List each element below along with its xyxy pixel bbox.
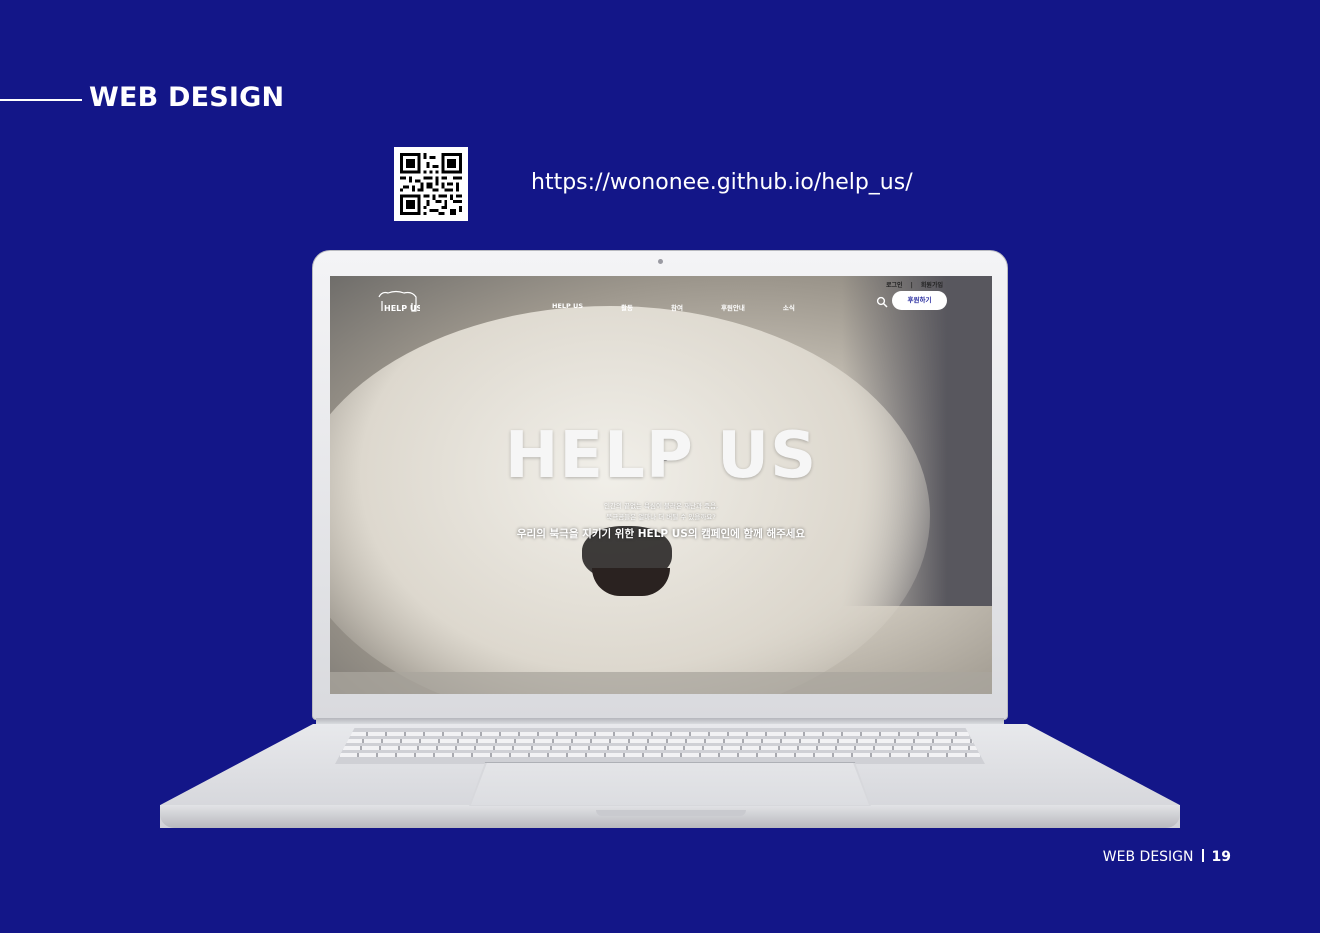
page-footer: WEB DESIGN 19 xyxy=(1103,849,1231,865)
footer-label: WEB DESIGN xyxy=(1102,849,1194,865)
laptop-lid: 로그인 | 회원가입 HELP US HELP US 활동 참여 후원안내 소식… xyxy=(312,250,1008,720)
site-url-link[interactable]: https://wononee.github.io/help_us/ xyxy=(531,170,913,195)
key-row xyxy=(340,753,980,757)
top-menu: 로그인 | 회원가입 xyxy=(883,280,946,289)
hero-subtitle-line1: 인간의 끝없는 욕심이 불러온 재난과 죽음, xyxy=(603,502,719,510)
hero-subtitle-line2: 북극곰들은 얼마나 더 버틸 수 있을까요? xyxy=(606,513,716,521)
camera-dot xyxy=(658,259,663,264)
qr-code-icon xyxy=(394,147,468,221)
nav-item-participate[interactable]: 참여 xyxy=(671,302,683,312)
section-title: WEB DESIGN xyxy=(89,82,285,113)
laptop-notch xyxy=(596,810,746,816)
header-rule xyxy=(0,99,82,101)
laptop-base-edge xyxy=(160,805,1180,828)
laptop-screen: 로그인 | 회원가입 HELP US HELP US 활동 참여 후원안내 소식… xyxy=(330,276,992,694)
login-link[interactable]: 로그인 xyxy=(886,282,903,289)
main-nav: HELP US 활동 참여 후원안내 소식 xyxy=(552,302,833,312)
hero-cta-text: 우리의 북극을 지키기 위한 HELP US의 캠페인에 함께 해주세요 xyxy=(516,528,806,540)
key-row xyxy=(349,732,969,736)
laptop-keyboard xyxy=(335,728,985,764)
screen-bottom-band xyxy=(330,672,992,694)
footer-divider xyxy=(1201,849,1204,862)
key-row xyxy=(343,746,977,750)
signup-link[interactable]: 회원가입 xyxy=(921,282,943,289)
logo-text: HELP US xyxy=(384,304,420,313)
page-number: 19 xyxy=(1211,849,1231,865)
nav-item-activity[interactable]: 활동 xyxy=(621,302,633,312)
hero-title: HELP US xyxy=(504,419,818,493)
trackpad xyxy=(471,763,869,805)
top-menu-divider: | xyxy=(910,282,913,289)
nav-item-helpus[interactable]: HELP US xyxy=(552,302,583,312)
nav-item-donation-guide[interactable]: 후원안내 xyxy=(721,302,745,312)
key-row xyxy=(345,739,973,743)
nav-item-news[interactable]: 소식 xyxy=(783,302,795,312)
search-icon[interactable] xyxy=(876,296,888,308)
polar-bear-logo-icon: HELP US xyxy=(378,290,422,313)
donate-button[interactable]: 후원하기 xyxy=(892,291,947,310)
site-logo[interactable]: HELP US xyxy=(376,287,422,315)
